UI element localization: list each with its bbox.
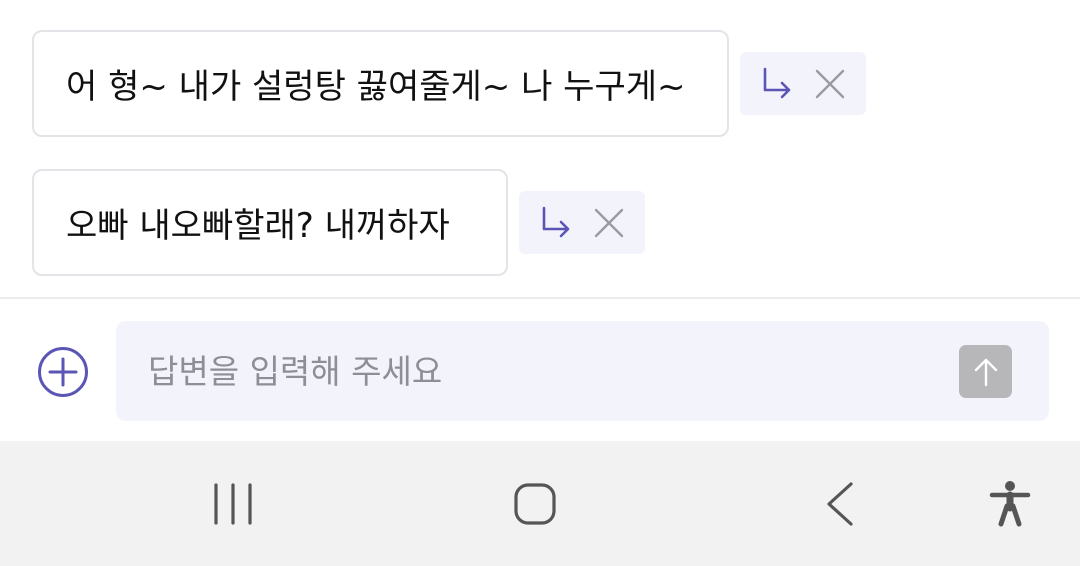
message-input-box: [116, 321, 1049, 421]
send-button[interactable]: [959, 345, 1012, 398]
composer-divider: [0, 297, 1080, 299]
plus-circle-icon[interactable]: [37, 346, 89, 398]
suggestion-row: 오빠 내오빠할래? 내꺼하자: [32, 169, 645, 276]
system-navbar: [0, 441, 1080, 566]
recents-button[interactable]: [193, 441, 273, 566]
close-icon[interactable]: [812, 66, 848, 102]
accessibility-button[interactable]: [980, 441, 1040, 566]
suggestion-actions: [519, 191, 645, 254]
back-icon: [827, 481, 853, 526]
suggestion-actions: [740, 52, 866, 115]
suggestion-bubble[interactable]: 오빠 내오빠할래? 내꺼하자: [32, 169, 508, 276]
back-button[interactable]: [799, 441, 879, 566]
message-input[interactable]: [148, 321, 928, 421]
insert-arrow-icon[interactable]: [758, 66, 794, 102]
insert-arrow-icon[interactable]: [537, 205, 573, 241]
recents-icon: [214, 482, 252, 525]
home-icon: [514, 482, 556, 525]
suggestion-bubble[interactable]: 어 형~ 내가 설렁탕 끓여줄게~ 나 누구게~: [32, 30, 729, 137]
accessibility-icon: [989, 480, 1031, 526]
chat-screen: 어 형~ 내가 설렁탕 끓여줄게~ 나 누구게~ 오빠 내오빠할래? 내꺼하자: [0, 0, 1080, 566]
home-button[interactable]: [494, 441, 576, 566]
arrow-up-icon: [974, 358, 997, 386]
close-icon[interactable]: [591, 205, 627, 241]
suggestion-row: 어 형~ 내가 설렁탕 끓여줄게~ 나 누구게~: [32, 30, 866, 137]
